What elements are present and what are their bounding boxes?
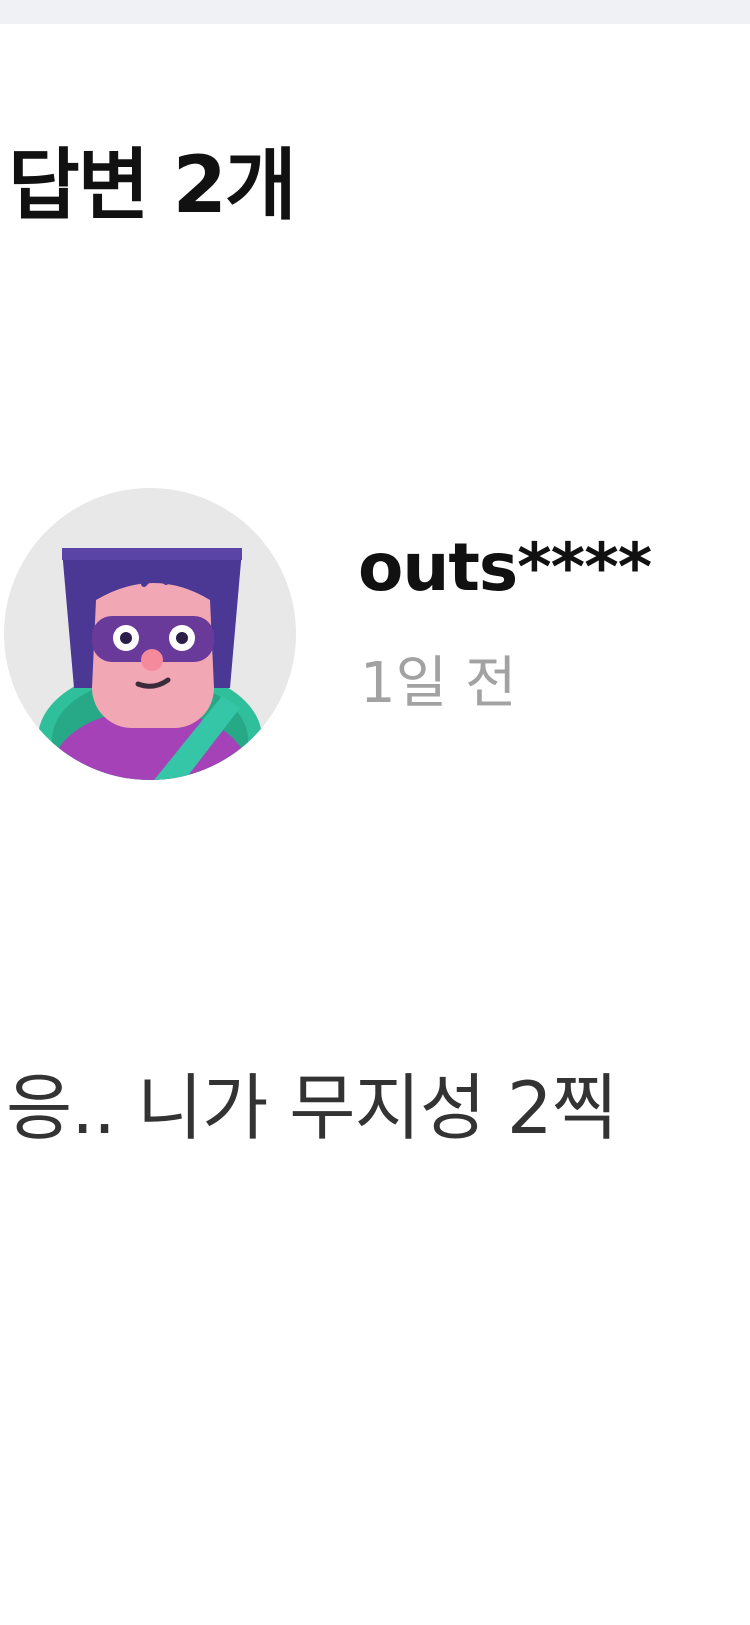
status-bar-strip — [0, 0, 750, 24]
masked-hero-avatar-icon — [38, 548, 262, 780]
author-name[interactable]: outs**** — [358, 528, 652, 607]
author-avatar[interactable] — [4, 488, 296, 780]
answer-text: 응.. 니가 무지성 2찍 — [6, 1066, 618, 1150]
answer-card: outs**** 1일 전 — [0, 480, 750, 800]
answers-count-title: 답변 2개 — [8, 141, 297, 231]
answer-timestamp: 1일 전 — [360, 651, 517, 716]
